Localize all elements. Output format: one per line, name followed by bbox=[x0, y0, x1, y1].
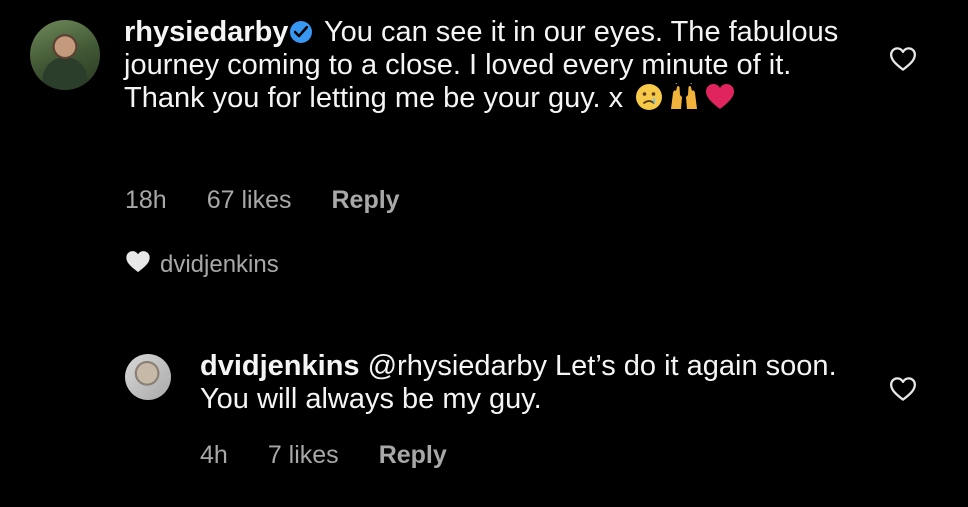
red-heart-emoji-icon bbox=[705, 83, 735, 119]
comment-text-block: rhysiedarby You can see it in our eyes. … bbox=[124, 16, 844, 119]
avatar[interactable] bbox=[30, 20, 100, 90]
heart-outline-icon[interactable] bbox=[888, 44, 918, 74]
comment-timestamp: 18h bbox=[125, 186, 167, 214]
comment-dvidjenkins: dvidjenkins @rhysiedarby Let’s do it aga… bbox=[0, 330, 968, 507]
reply-button[interactable]: Reply bbox=[331, 186, 399, 215]
crying-face-emoji-icon bbox=[635, 83, 663, 119]
raising-hands-emoji-icon bbox=[667, 80, 701, 119]
comment-username[interactable]: rhysiedarby bbox=[124, 16, 288, 48]
comment-username[interactable]: dvidjenkins bbox=[200, 350, 360, 382]
heart-filled-icon bbox=[124, 248, 152, 281]
comment-likes-count[interactable]: 67 likes bbox=[207, 186, 292, 215]
comment-meta: 18h 67 likes Reply bbox=[125, 186, 400, 215]
liked-by-indicator: dvidjenkins bbox=[124, 248, 279, 281]
avatar[interactable] bbox=[125, 354, 171, 400]
reply-button[interactable]: Reply bbox=[379, 441, 447, 470]
heart-outline-icon[interactable] bbox=[888, 374, 918, 404]
comment-timestamp: 4h bbox=[200, 441, 228, 469]
verified-badge-icon bbox=[290, 21, 313, 43]
comment-rhysiedarby: rhysiedarby You can see it in our eyes. … bbox=[0, 0, 968, 240]
comment-likes-count[interactable]: 7 likes bbox=[268, 441, 339, 470]
liked-by-username[interactable]: dvidjenkins bbox=[160, 251, 279, 279]
comment-meta: 4h 7 likes Reply bbox=[200, 441, 447, 470]
comment-text-block: dvidjenkins @rhysiedarby Let’s do it aga… bbox=[200, 350, 840, 416]
